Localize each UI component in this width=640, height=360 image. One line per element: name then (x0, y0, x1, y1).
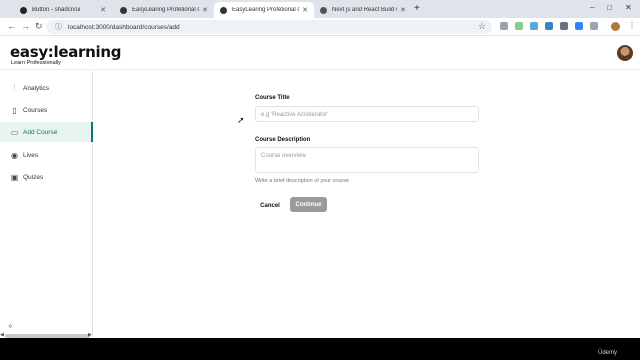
tab-title: Button - shadcn/ui (32, 7, 81, 13)
tab-title: EasyLearing Profetional Course (232, 7, 299, 13)
sidebar-item-quizes[interactable]: ▣ Quizes (0, 167, 93, 187)
book-icon: ▯ (12, 105, 17, 115)
new-tab-button[interactable]: + (414, 3, 420, 14)
site-favicon-icon (120, 6, 127, 14)
sidebar-item-label: Courses (23, 106, 48, 114)
browser-tab[interactable]: EasyLearing Profetional Course ✕ (114, 2, 214, 18)
sidebar-item-add-course[interactable]: ▭ Add Course (0, 122, 93, 142)
app-tagline: Learn Professionally (11, 60, 61, 66)
quiz-icon: ▣ (10, 172, 19, 182)
user-avatar[interactable] (617, 45, 633, 61)
tab-title: EasyLearing Profetional Course (132, 7, 199, 13)
browser-profile-avatar[interactable] (611, 22, 620, 31)
browser-tab-active[interactable]: EasyLearing Profetional Course ✕ (214, 2, 314, 18)
sidebar-item-label: Add Course (23, 128, 58, 136)
browser-tab-bar: Button - shadcn/ui ✕ EasyLearing Profeti… (0, 0, 640, 18)
reload-icon[interactable]: ↻ (35, 21, 43, 32)
site-favicon-icon (320, 6, 327, 14)
sidebar: ⫶ Analytics ▯ Courses ▭ Add Course ◉ Liv… (0, 71, 93, 337)
course-title-label: Course Title (255, 95, 290, 101)
extension-icon[interactable] (560, 22, 568, 30)
browser-toolbar: ← → ↻ ⓘ localhost:3000/dashboard/courses… (0, 18, 640, 36)
browser-tab[interactable]: Button - shadcn/ui ✕ (14, 2, 112, 18)
book-open-icon: ▭ (10, 127, 19, 137)
devtools-toggle-icon[interactable]: ✧ (7, 322, 14, 331)
sidebar-item-analytics[interactable]: ⫶ Analytics (0, 78, 93, 98)
close-tab-icon[interactable]: ✕ (202, 6, 208, 14)
url-text: localhost:3000/dashboard/courses/add (68, 23, 180, 31)
course-description-label: Course Description (255, 137, 311, 143)
browser-menu-icon[interactable]: ⋮ (628, 21, 636, 30)
close-tab-icon[interactable]: ✕ (400, 6, 406, 14)
extension-icon[interactable] (500, 22, 508, 30)
extensions-puzzle-icon[interactable] (590, 22, 598, 30)
site-info-icon[interactable]: ⓘ (55, 22, 62, 32)
tab-title: Next js and React Build Compl (332, 7, 397, 13)
sidebar-item-label: Lives (23, 151, 39, 159)
mouse-cursor-icon: ➚ (237, 115, 245, 125)
udemy-watermark: Üdemy (598, 350, 618, 356)
back-icon[interactable]: ← (7, 21, 16, 31)
maximize-button[interactable]: □ (607, 3, 612, 12)
address-bar[interactable]: ⓘ localhost:3000/dashboard/courses/add (46, 20, 492, 34)
sidebar-item-label: Quizes (23, 173, 44, 181)
close-tab-icon[interactable]: ✕ (100, 6, 106, 14)
course-description-input[interactable]: Course overview (255, 147, 479, 173)
download-icon[interactable] (575, 22, 583, 30)
course-title-input[interactable]: e.g 'Reactive Accelerator' (255, 106, 479, 122)
close-window-button[interactable]: ✕ (625, 3, 632, 12)
bar-chart-icon: ⫶ (13, 83, 16, 92)
extension-icon[interactable] (515, 22, 523, 30)
video-bottom-bar (0, 338, 640, 360)
shadcn-favicon-icon (20, 6, 27, 14)
minimize-button[interactable]: – (590, 3, 594, 12)
extension-icon[interactable] (530, 22, 538, 30)
extension-icon[interactable] (545, 22, 553, 30)
sidebar-item-label: Analytics (23, 84, 50, 92)
sidebar-item-lives[interactable]: ◉ Lives (0, 145, 93, 165)
sidebar-item-courses[interactable]: ▯ Courses (0, 100, 93, 120)
site-favicon-icon (220, 6, 227, 14)
cancel-button[interactable]: Cancel (255, 199, 285, 213)
browser-tab[interactable]: Next js and React Build Compl ✕ (314, 2, 412, 18)
close-tab-icon[interactable]: ✕ (302, 6, 308, 14)
app-header: easy:learning Learn Professionally (0, 37, 640, 70)
continue-button[interactable]: Continue (290, 197, 327, 212)
bookmark-star-icon[interactable]: ☆ (478, 21, 486, 32)
app-logo[interactable]: easy:learning (10, 43, 121, 61)
radio-icon: ◉ (11, 150, 18, 160)
forward-icon[interactable]: → (21, 21, 30, 31)
course-description-hint: Write a brief description of your course (255, 178, 350, 184)
